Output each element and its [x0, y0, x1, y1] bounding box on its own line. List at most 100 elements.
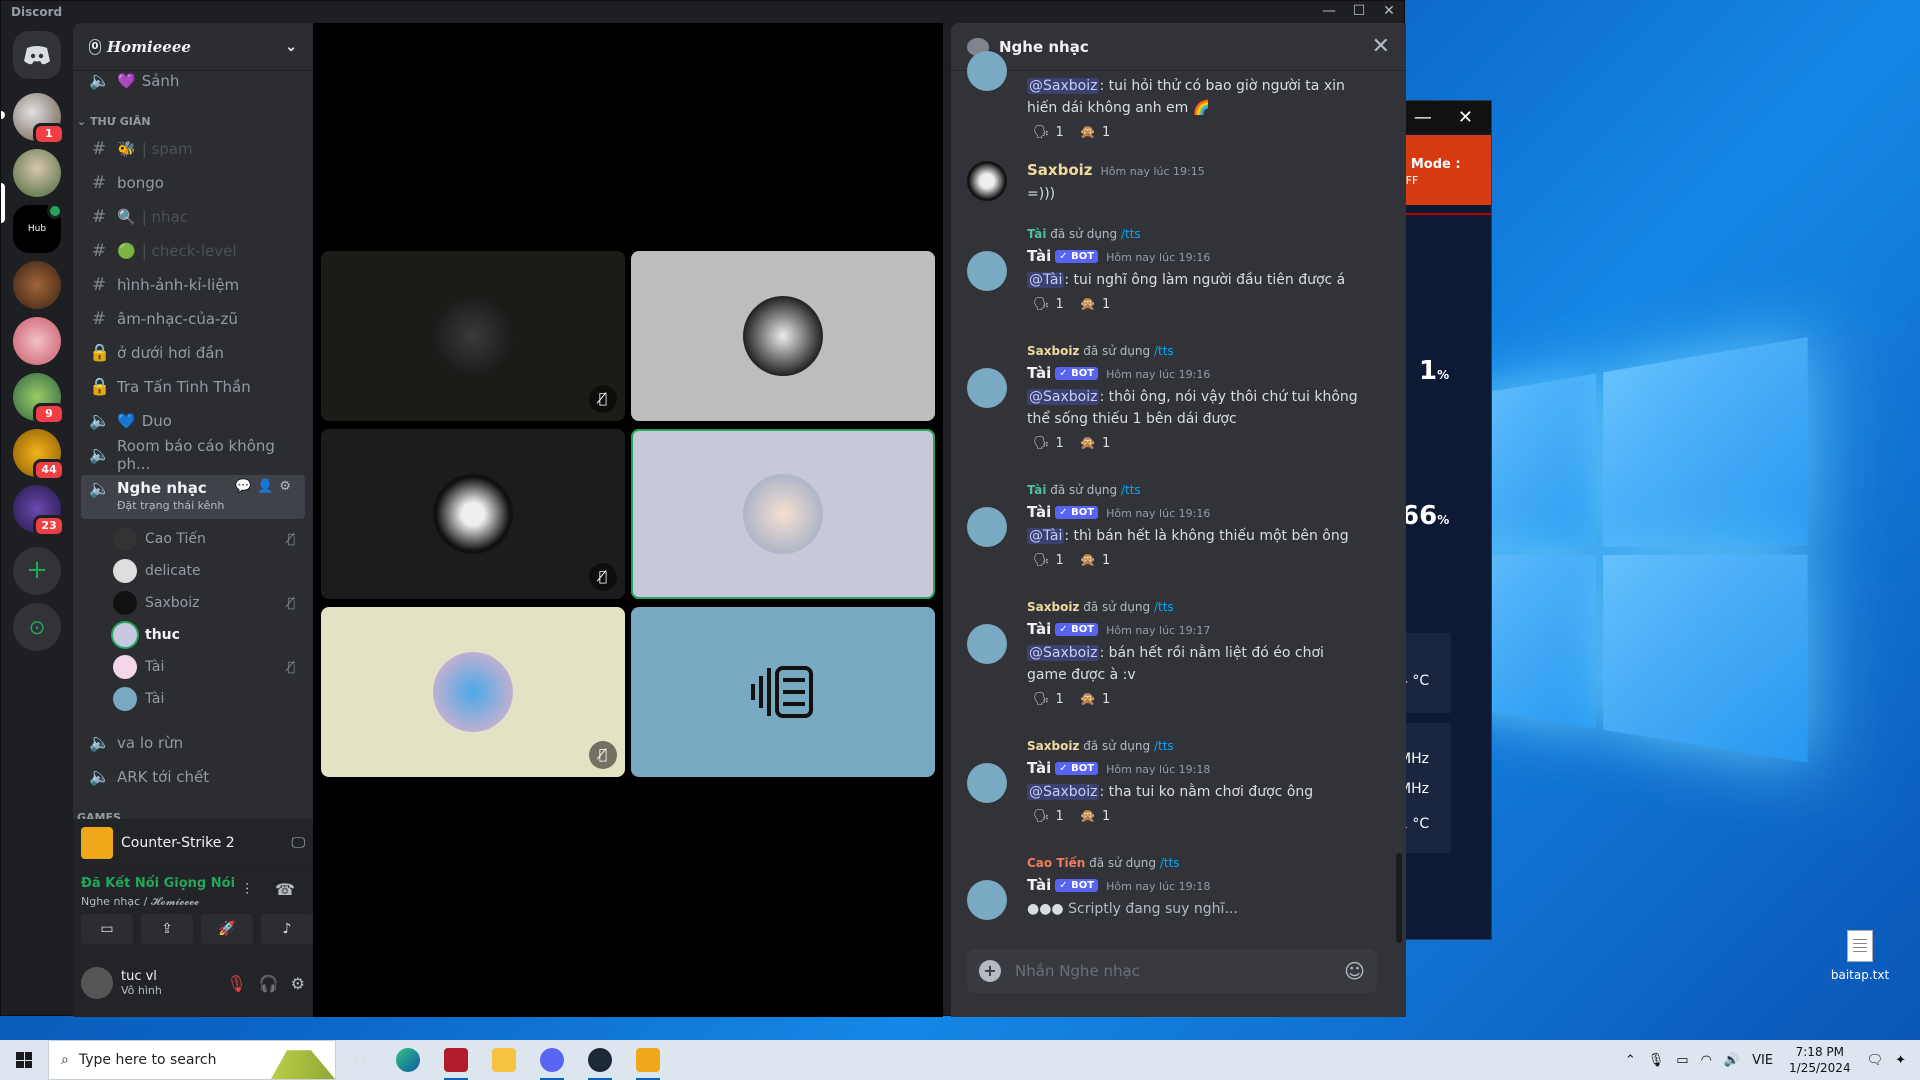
reaction[interactable]: 🗣 1: [1027, 549, 1070, 571]
start-button[interactable]: [0, 1040, 48, 1080]
channel-actions[interactable]: 💬👤⚙: [235, 479, 297, 494]
channel-ark[interactable]: 🔈 ARK tới chết: [81, 761, 305, 793]
clock[interactable]: 7:18 PM 1/25/2024: [1789, 1044, 1851, 1076]
reaction[interactable]: 🙊 1: [1074, 293, 1116, 315]
copilot-icon[interactable]: ✦: [1895, 1053, 1906, 1068]
maximize-button[interactable]: ☐: [1349, 3, 1369, 19]
reaction[interactable]: 🙊 1: [1074, 121, 1116, 143]
server-1[interactable]: 1: [13, 93, 65, 145]
server-5[interactable]: [13, 317, 61, 365]
guild-header[interactable]: 0 Homieeee ⌄: [73, 23, 313, 71]
minimize-button[interactable]: —: [1319, 3, 1339, 19]
background-window[interactable]: — ✕ g Mode : OFF 1% 66% 4 °C MHz MHz 1 °C: [1396, 100, 1492, 940]
mic-muted-icon[interactable]: 🎙: [226, 974, 246, 993]
reaction[interactable]: 🗣 1: [1027, 293, 1070, 315]
mention[interactable]: @Saxboiz: [1027, 784, 1100, 800]
voice-user[interactable]: thuc: [113, 621, 305, 649]
wifi-icon[interactable]: ◠: [1701, 1053, 1712, 1068]
reaction[interactable]: 🙊 1: [1074, 805, 1116, 827]
chevron-up-icon[interactable]: ⌃: [1625, 1053, 1636, 1068]
voice-user[interactable]: Tài: [113, 685, 305, 713]
soundboard-button[interactable]: ♪: [261, 914, 313, 944]
channel-spam[interactable]: # 🐝 | spam: [81, 133, 305, 165]
reaction[interactable]: 🙊 1: [1074, 549, 1116, 571]
taskbar-explorer[interactable]: [480, 1040, 528, 1080]
voice-user[interactable]: Cao Tiến 🎙̸: [113, 525, 305, 553]
battery-icon[interactable]: ▭: [1676, 1053, 1688, 1068]
avatar[interactable]: [81, 967, 113, 999]
camera-button[interactable]: ▭: [81, 914, 133, 944]
mention[interactable]: @Tài: [1027, 272, 1065, 288]
channel-o-duoi[interactable]: 🔒 ở dưới hơi đần: [81, 337, 305, 369]
voice-tile-speaking[interactable]: [631, 429, 935, 599]
voice-connected-status[interactable]: Đã Kết Nối Giọng Nói: [81, 876, 235, 891]
microphone-icon[interactable]: 🎙: [1648, 1053, 1665, 1068]
channel-va-lo-run[interactable]: 🔈 va lo rừn: [81, 727, 305, 759]
explore-servers-button[interactable]: ⊙: [13, 603, 61, 651]
bg-close-button[interactable]: ✕: [1458, 107, 1473, 128]
mention[interactable]: @Tài: [1027, 528, 1065, 544]
taskbar-app-red[interactable]: [432, 1040, 480, 1080]
channel-hinh-anh[interactable]: # hình-ảnh-kỉ-liệm: [81, 269, 305, 301]
activities-button[interactable]: 🚀: [201, 914, 253, 944]
mention[interactable]: @Saxboiz: [1027, 389, 1100, 405]
mention[interactable]: @Saxboiz: [1027, 78, 1100, 94]
chat-scrollbar[interactable]: [1396, 853, 1402, 943]
notifications-icon[interactable]: 🗨: [1867, 1053, 1884, 1068]
server-8[interactable]: 23: [13, 485, 65, 537]
close-icon[interactable]: ✕: [1372, 34, 1390, 59]
reaction[interactable]: 🙊 1: [1074, 432, 1116, 454]
channel-check-level[interactable]: # 🟢 | check-level: [81, 235, 305, 267]
attach-plus-icon[interactable]: +: [979, 960, 1001, 982]
voice-tile[interactable]: 🎙̸: [321, 607, 625, 777]
taskbar-search[interactable]: ⌕ Type here to search: [48, 1040, 336, 1080]
screen-share-icon[interactable]: 🖵: [292, 835, 306, 851]
voice-user[interactable]: Tài 🎙̸: [113, 653, 305, 681]
reaction[interactable]: 🗣 1: [1027, 805, 1070, 827]
reaction[interactable]: 🙊 1: [1074, 688, 1116, 710]
voice-tile[interactable]: [631, 251, 935, 421]
gear-icon[interactable]: ⚙: [291, 974, 305, 993]
channel-nghe-nhac[interactable]: 🔈 Nghe nhạc Đặt trạng thái kênh 💬👤⚙: [81, 475, 305, 519]
emoji-icon[interactable]: ☺: [1344, 959, 1365, 983]
voice-tile[interactable]: 🎙̸: [321, 429, 625, 599]
channel-status-hint[interactable]: Đặt trạng thái kênh: [117, 499, 224, 512]
channel-am-nhac[interactable]: # âm-nhạc-của-zũ: [81, 303, 305, 335]
taskbar-discord[interactable]: [528, 1040, 576, 1080]
server-7[interactable]: 44: [13, 429, 65, 481]
taskbar-edge[interactable]: [384, 1040, 432, 1080]
add-server-button[interactable]: +: [13, 547, 61, 595]
voice-tile[interactable]: [631, 607, 935, 777]
reaction[interactable]: 🗣 1: [1027, 432, 1070, 454]
channel-duo[interactable]: 🔈 💙 Duo: [81, 405, 305, 437]
category-thu-gian[interactable]: ⌄ THƯ GIÃN: [77, 115, 151, 128]
close-button[interactable]: ✕: [1379, 3, 1399, 19]
channel-sanh[interactable]: 🔈 💜 Sảnh: [81, 65, 305, 97]
channel-bongo[interactable]: # bongo: [81, 167, 305, 199]
reaction[interactable]: 🗣 1: [1027, 688, 1070, 710]
mention[interactable]: @Saxboiz: [1027, 645, 1100, 661]
taskbar-steam[interactable]: [576, 1040, 624, 1080]
chevron-down-icon[interactable]: ⌄: [285, 39, 297, 55]
server-2[interactable]: [13, 149, 61, 197]
server-homie-hub[interactable]: Hub: [13, 203, 63, 253]
language-indicator[interactable]: VIE: [1752, 1053, 1773, 1068]
task-view-button[interactable]: ⧉: [336, 1040, 384, 1080]
message-input[interactable]: [1015, 962, 1345, 980]
disconnect-icon[interactable]: ☎: [275, 880, 295, 899]
headphones-icon[interactable]: 🎧: [259, 974, 279, 993]
voice-tile[interactable]: 🎙̸: [321, 251, 625, 421]
server-4[interactable]: [13, 261, 61, 309]
voice-user[interactable]: Saxboiz 🎙̸: [113, 589, 305, 617]
share-screen-button[interactable]: ⇪: [141, 914, 193, 944]
bg-minimize-button[interactable]: —: [1414, 107, 1432, 128]
server-6[interactable]: 9: [13, 373, 65, 425]
noise-suppression-icon[interactable]: ⫶: [245, 880, 249, 900]
channel-room-bao-cao[interactable]: 🔈 Room báo cáo không ph...: [81, 437, 305, 473]
activity-panel[interactable]: Counter-Strike 2 🖵: [73, 819, 313, 867]
taskbar-cs2[interactable]: [624, 1040, 672, 1080]
reaction[interactable]: 🗣 1: [1027, 121, 1070, 143]
desktop-file-baitap[interactable]: baitap.txt: [1820, 930, 1900, 982]
home-button[interactable]: [13, 31, 61, 79]
channel-tra-tan[interactable]: 🔒 Tra Tấn Tinh Thần: [81, 371, 305, 403]
